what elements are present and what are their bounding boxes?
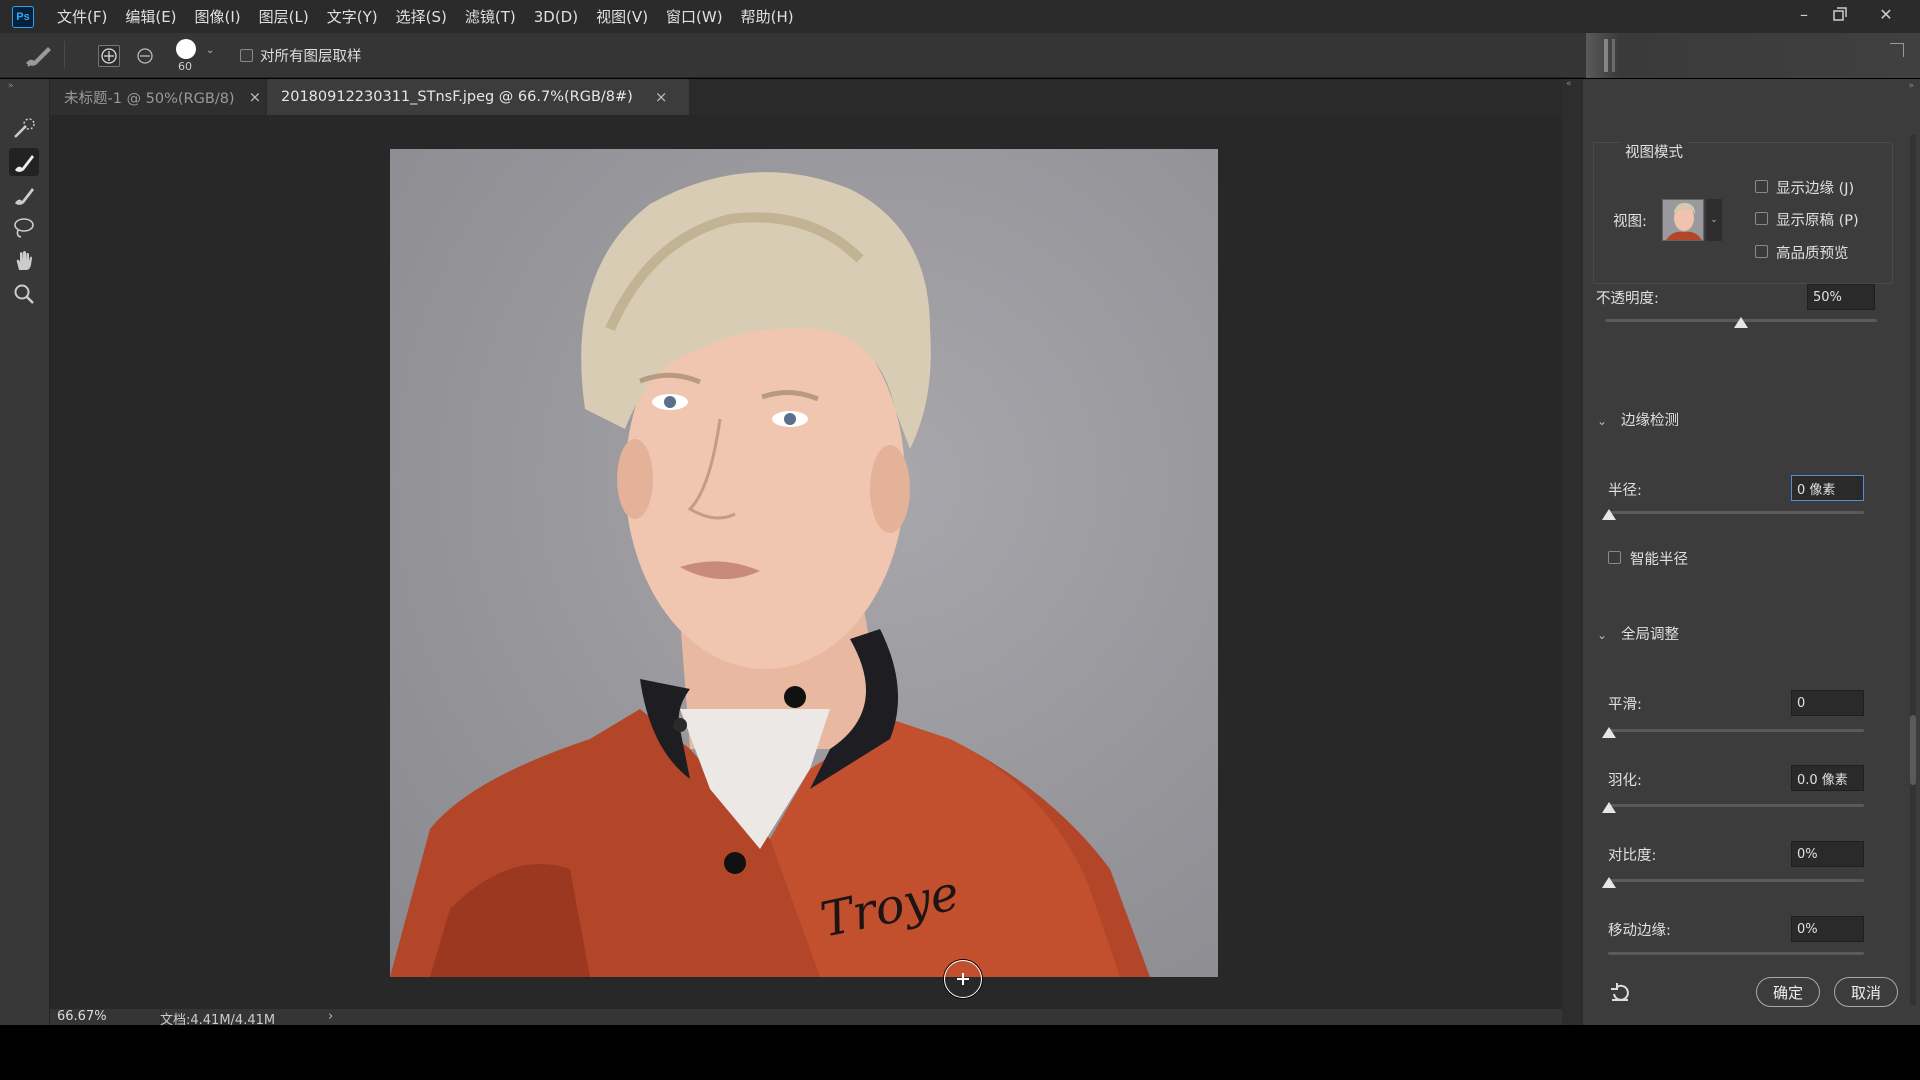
tab-untitled[interactable]: 未标题-1 @ 50%(RGB/8) ×	[50, 79, 265, 115]
view-thumbnail[interactable]	[1662, 199, 1704, 241]
brush-preview-icon[interactable]	[176, 39, 196, 59]
quick-selection-tool-icon[interactable]	[9, 115, 39, 143]
hand-tool-icon[interactable]	[9, 247, 39, 275]
show-edge-checkbox[interactable]	[1755, 180, 1768, 193]
tab-active-document[interactable]: 20180912230311_STnsF.jpeg @ 66.7%(RGB/8#…	[267, 79, 689, 115]
status-bar: 66.67% 文档:4.41M/4.41M ›	[50, 1009, 1562, 1028]
high-quality-preview-checkbox[interactable]	[1755, 245, 1768, 258]
feather-slider-track[interactable]	[1608, 804, 1864, 807]
high-quality-preview-label: 高品质预览	[1776, 246, 1849, 262]
brush-cursor-icon	[944, 960, 982, 998]
edge-detection-chevron-icon[interactable]: ⌄	[1597, 414, 1607, 428]
menu-window[interactable]: 窗口(W)	[657, 6, 732, 27]
document-photo[interactable]: Troye	[390, 149, 1218, 977]
subtract-from-selection-icon[interactable]	[134, 45, 156, 67]
tab-close-icon[interactable]: ×	[655, 88, 668, 106]
ok-button[interactable]: 确定	[1756, 977, 1820, 1007]
contrast-slider-track[interactable]	[1608, 879, 1864, 882]
shift-edge-slider-track[interactable]	[1608, 952, 1864, 955]
view-mode-header: 视图模式	[1621, 141, 1687, 162]
show-edge-label: 显示边缘 (J)	[1776, 181, 1855, 197]
expand-icon[interactable]	[1890, 43, 1904, 57]
shift-edge-label: 移动边缘:	[1608, 923, 1671, 939]
smooth-label: 平滑:	[1608, 697, 1642, 713]
cancel-button[interactable]: 取消	[1834, 977, 1898, 1007]
opacity-field[interactable]: 50%	[1807, 284, 1875, 310]
contrast-slider-thumb[interactable]	[1602, 877, 1616, 888]
tab-label: 20180912230311_STnsF.jpeg @ 66.7%(RGB/8#…	[281, 89, 633, 105]
show-original-checkbox[interactable]	[1755, 212, 1768, 225]
radius-slider-track[interactable]	[1608, 511, 1864, 514]
tab-close-icon[interactable]: ×	[249, 88, 262, 106]
smart-radius-label: 智能半径	[1630, 552, 1688, 568]
divider	[64, 41, 65, 69]
collapse-arrows-icon[interactable]: »	[1908, 81, 1914, 91]
radius-label: 半径:	[1608, 483, 1642, 499]
feather-label: 羽化:	[1608, 773, 1642, 789]
collapse-arrows-icon[interactable]: «	[1566, 79, 1572, 89]
menu-bar: Ps 文件(F) 编辑(E) 图像(I) 图层(L) 文字(Y) 选择(S) 滤…	[0, 0, 1920, 33]
panel-header-strip	[1586, 33, 1920, 78]
minimize-icon[interactable]: –	[1786, 0, 1822, 28]
photoshop-logo: Ps	[12, 5, 34, 28]
feather-slider-thumb[interactable]	[1602, 802, 1616, 813]
menu-select[interactable]: 选择(S)	[387, 6, 456, 27]
view-dropdown-chevron-icon[interactable]: ⌄	[1706, 199, 1722, 241]
status-menu-arrow-icon[interactable]: ›	[328, 1009, 333, 1024]
menu-edit[interactable]: 编辑(E)	[116, 6, 185, 27]
tools-panel: »	[0, 79, 50, 1025]
reset-icon[interactable]	[1609, 982, 1631, 1008]
canvas-area[interactable]: Troye	[50, 115, 1562, 1009]
refine-edge-brush-tool-icon[interactable]	[9, 148, 39, 176]
menu-image[interactable]: 图像(I)	[186, 6, 250, 27]
shift-edge-field[interactable]: 0%	[1791, 916, 1864, 942]
close-icon[interactable]: ✕	[1868, 0, 1904, 28]
menu-layer[interactable]: 图层(L)	[250, 6, 318, 27]
document-tab-bar: 未标题-1 @ 50%(RGB/8) × 20180912230311_STns…	[50, 79, 1562, 115]
refine-brush-tool-icon[interactable]	[22, 41, 54, 73]
smooth-slider-track[interactable]	[1608, 729, 1864, 732]
taskbar-area	[0, 1025, 1920, 1080]
radius-slider-thumb[interactable]	[1602, 509, 1616, 520]
menu-view[interactable]: 视图(V)	[587, 6, 657, 27]
global-refinements-header[interactable]: 全局调整	[1621, 623, 1679, 644]
show-original-label: 显示原稿 (P)	[1776, 213, 1859, 229]
view-label: 视图:	[1613, 214, 1647, 230]
smooth-field[interactable]: 0	[1791, 690, 1864, 716]
opacity-label: 不透明度:	[1596, 291, 1659, 307]
options-bar: 60 ⌄ 对所有图层取样	[0, 33, 1920, 78]
brush-dropdown-chevron-icon[interactable]: ⌄	[206, 45, 214, 56]
radius-field[interactable]: 0 像素	[1791, 475, 1864, 501]
collapse-arrows-icon[interactable]: »	[8, 81, 14, 91]
panel-scrollbar-thumb[interactable]	[1910, 715, 1916, 785]
brush-size-label: 60	[178, 60, 192, 73]
smart-radius-checkbox[interactable]	[1608, 551, 1621, 564]
opacity-slider-thumb[interactable]	[1734, 317, 1748, 328]
sample-all-layers-label: 对所有图层取样	[260, 49, 362, 65]
smooth-slider-thumb[interactable]	[1602, 727, 1616, 738]
menu-help[interactable]: 帮助(H)	[732, 6, 803, 27]
contrast-field[interactable]: 0%	[1791, 841, 1864, 867]
brush-tool-icon[interactable]	[9, 181, 39, 209]
panel-scrollbar[interactable]	[1910, 135, 1916, 1005]
global-refinements-chevron-icon[interactable]: ⌄	[1597, 628, 1607, 642]
lasso-tool-icon[interactable]	[9, 214, 39, 242]
feather-field[interactable]: 0.0 像素	[1791, 765, 1864, 791]
menu-file[interactable]: 文件(F)	[48, 6, 116, 27]
zoom-level[interactable]: 66.67%	[57, 1009, 107, 1024]
contrast-label: 对比度:	[1608, 848, 1657, 864]
tab-label: 未标题-1 @ 50%(RGB/8)	[64, 90, 235, 107]
restore-icon[interactable]	[1822, 0, 1858, 28]
menu-3d[interactable]: 3D(D)	[525, 8, 587, 26]
menu-filter[interactable]: 滤镜(T)	[456, 6, 525, 27]
zoom-tool-icon[interactable]	[9, 280, 39, 308]
panel-dock-gutter: «	[1562, 79, 1582, 1025]
add-to-selection-icon[interactable]	[98, 45, 120, 67]
select-and-mask-properties-panel: » 视图模式 视图: ⌄ 显示边缘 (J) 显示原稿 (P) 高品质预览 不透明…	[1582, 79, 1920, 1025]
edge-detection-header[interactable]: 边缘检测	[1621, 409, 1679, 430]
menu-type[interactable]: 文字(Y)	[318, 6, 387, 27]
sample-all-layers-checkbox[interactable]	[240, 49, 253, 62]
